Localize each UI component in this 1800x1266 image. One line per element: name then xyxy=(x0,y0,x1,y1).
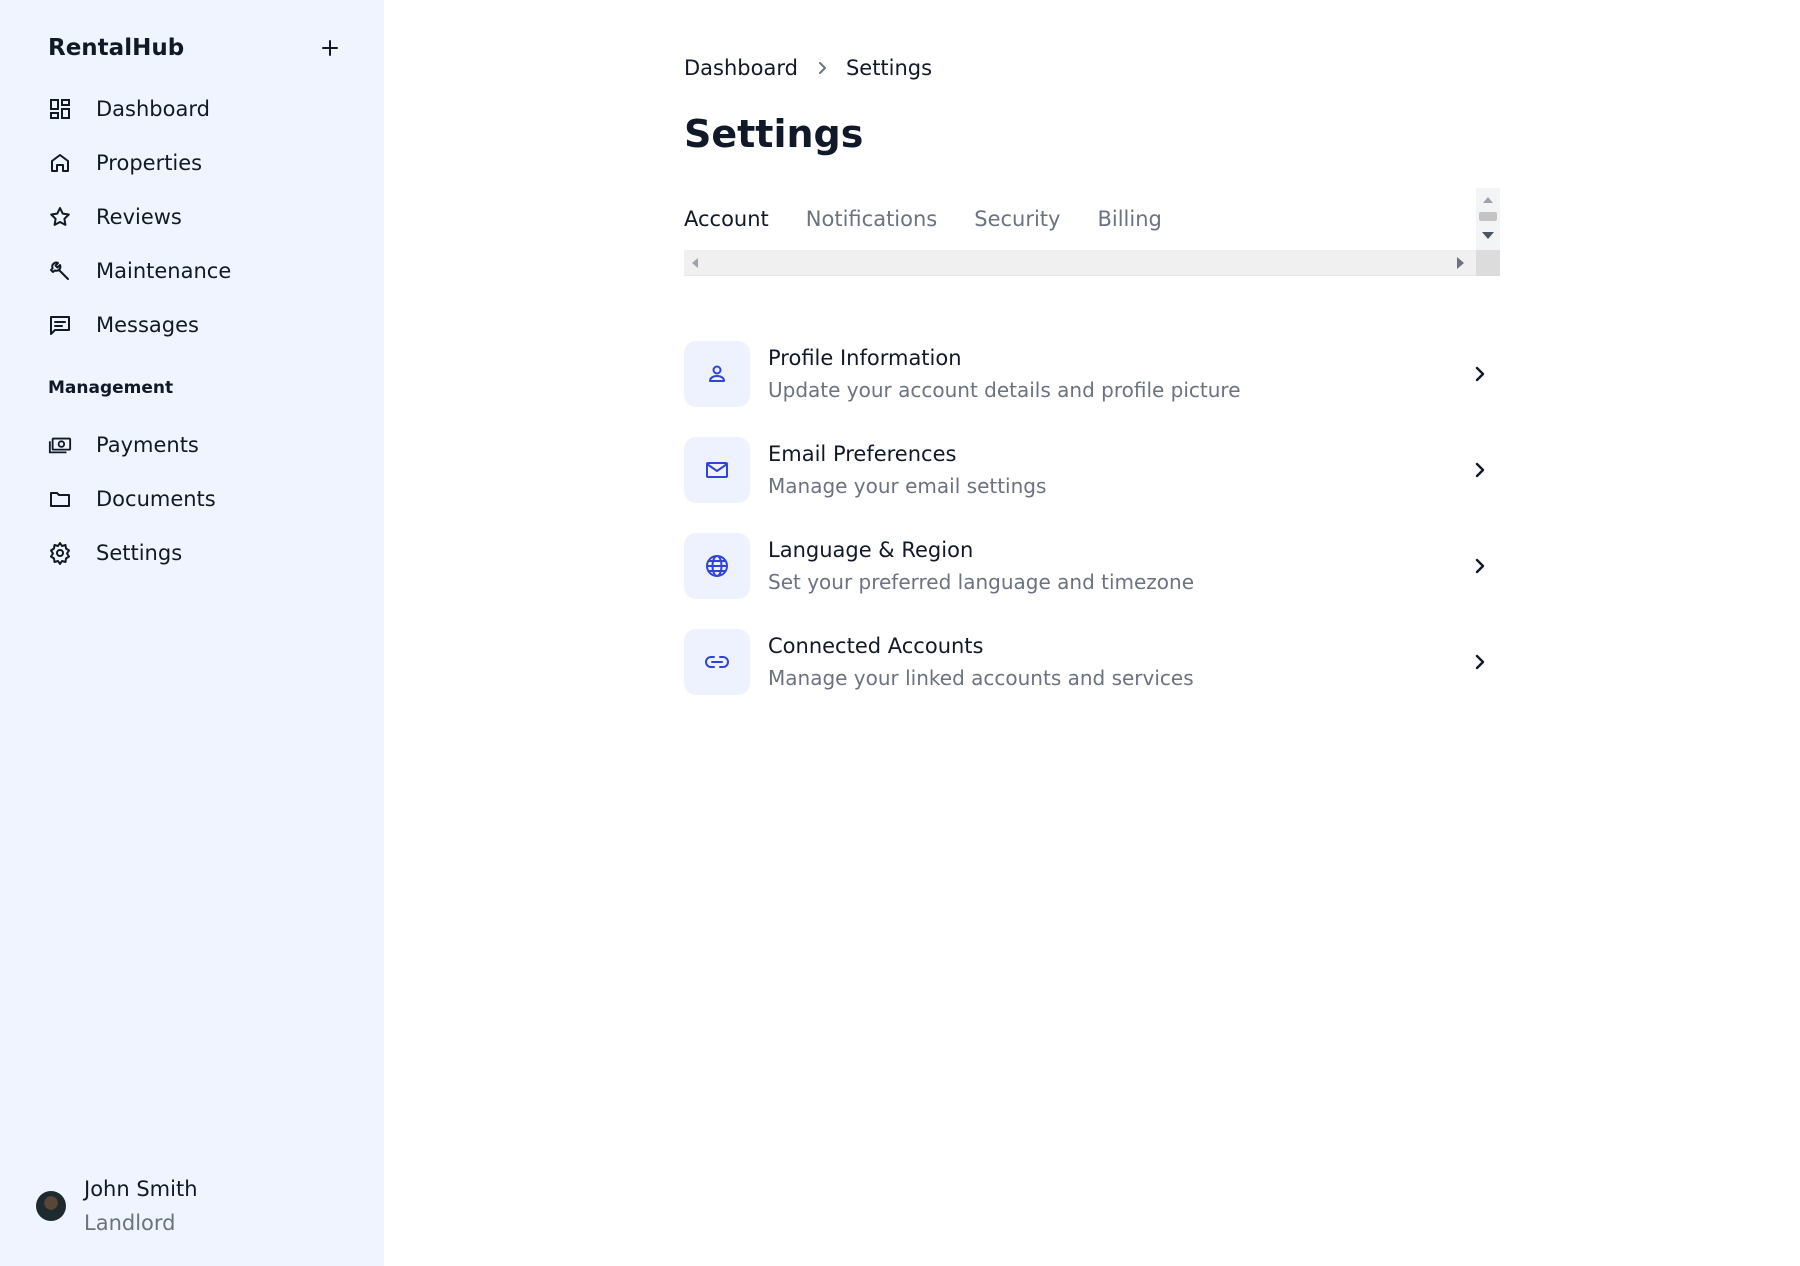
sidebar-item-label: Messages xyxy=(96,313,199,337)
sidebar-item-dashboard[interactable]: Dashboard xyxy=(36,82,348,136)
sidebar-item-label: Reviews xyxy=(96,205,182,229)
sidebar-item-label: Documents xyxy=(96,487,216,511)
sidebar-item-label: Properties xyxy=(96,151,203,175)
home-icon xyxy=(48,151,72,175)
setting-description: Update your account details and profile … xyxy=(768,378,1241,402)
chevron-right-icon xyxy=(1468,650,1492,674)
primary-nav: Dashboard Properties Reviews Maintenance… xyxy=(36,82,348,352)
sidebar-item-maintenance[interactable]: Maintenance xyxy=(36,244,348,298)
gear-icon xyxy=(48,541,72,565)
setting-language-region[interactable]: Language & Region Set your preferred lan… xyxy=(684,518,1500,614)
tab-billing[interactable]: Billing xyxy=(1097,207,1161,231)
horizontal-scrollbar[interactable] xyxy=(684,250,1476,276)
sidebar-item-settings[interactable]: Settings xyxy=(36,526,348,580)
sidebar-item-properties[interactable]: Properties xyxy=(36,136,348,190)
add-button[interactable] xyxy=(312,30,348,66)
money-icon xyxy=(48,433,72,457)
setting-title: Language & Region xyxy=(768,538,974,562)
settings-list: Profile Information Update your account … xyxy=(684,326,1500,710)
link-icon xyxy=(684,629,750,695)
setting-description: Set your preferred language and timezone xyxy=(768,570,1195,594)
section-label-management: Management xyxy=(48,378,174,398)
avatar xyxy=(36,1191,66,1221)
tab-notifications[interactable]: Notifications xyxy=(806,207,937,231)
brand-row: RentalHub xyxy=(48,30,348,66)
chevron-right-icon xyxy=(1468,554,1492,578)
setting-title: Email Preferences xyxy=(768,442,957,466)
user-role: Landlord xyxy=(84,1211,176,1235)
tabs-container: Account Notifications Security Billing xyxy=(684,188,1500,276)
app-name: RentalHub xyxy=(48,35,185,61)
user-profile[interactable]: John Smith Landlord xyxy=(36,1172,198,1240)
star-icon xyxy=(48,205,72,229)
chevron-right-icon xyxy=(816,60,828,76)
sidebar: RentalHub Dashboard Properties Reviews M… xyxy=(0,0,384,1266)
tab-list: Account Notifications Security Billing xyxy=(684,188,1476,250)
sidebar-item-label: Dashboard xyxy=(96,97,210,121)
vertical-scrollbar[interactable] xyxy=(1476,188,1500,250)
scroll-left-icon[interactable] xyxy=(692,258,698,268)
setting-description: Manage your linked accounts and services xyxy=(768,666,1194,690)
setting-profile-information[interactable]: Profile Information Update your account … xyxy=(684,326,1500,422)
tab-account[interactable]: Account xyxy=(684,207,769,231)
plus-icon xyxy=(322,40,338,56)
breadcrumb-dashboard-link[interactable]: Dashboard xyxy=(684,56,798,80)
scroll-down-icon[interactable] xyxy=(1482,232,1494,239)
user-name: John Smith xyxy=(84,1177,198,1201)
scrollbar-corner xyxy=(1476,250,1500,276)
globe-icon xyxy=(684,533,750,599)
sidebar-item-label: Payments xyxy=(96,433,199,457)
tab-security[interactable]: Security xyxy=(974,207,1060,231)
wrench-icon xyxy=(48,259,72,283)
scroll-right-icon[interactable] xyxy=(1457,257,1464,269)
sidebar-item-payments[interactable]: Payments xyxy=(36,418,348,472)
sidebar-item-documents[interactable]: Documents xyxy=(36,472,348,526)
setting-title: Profile Information xyxy=(768,346,962,370)
folder-icon xyxy=(48,487,72,511)
breadcrumb-current: Settings xyxy=(845,56,933,80)
chevron-right-icon xyxy=(1468,458,1492,482)
setting-title: Connected Accounts xyxy=(768,634,984,658)
scroll-up-icon[interactable] xyxy=(1483,197,1493,203)
setting-description: Manage your email settings xyxy=(768,474,1047,498)
message-icon xyxy=(48,313,72,337)
dashboard-icon xyxy=(48,97,72,121)
scroll-thumb[interactable] xyxy=(1479,212,1497,221)
mail-icon xyxy=(684,437,750,503)
chevron-right-icon xyxy=(1468,362,1492,386)
sidebar-item-label: Settings xyxy=(96,541,183,565)
sidebar-item-label: Maintenance xyxy=(96,259,232,283)
sidebar-item-messages[interactable]: Messages xyxy=(36,298,348,352)
setting-connected-accounts[interactable]: Connected Accounts Manage your linked ac… xyxy=(684,614,1500,710)
user-icon xyxy=(684,341,750,407)
sidebar-item-reviews[interactable]: Reviews xyxy=(36,190,348,244)
breadcrumb: Dashboard Settings xyxy=(684,56,932,80)
setting-email-preferences[interactable]: Email Preferences Manage your email sett… xyxy=(684,422,1500,518)
management-nav: Payments Documents Settings xyxy=(36,418,348,580)
page-title: Settings xyxy=(684,112,864,156)
